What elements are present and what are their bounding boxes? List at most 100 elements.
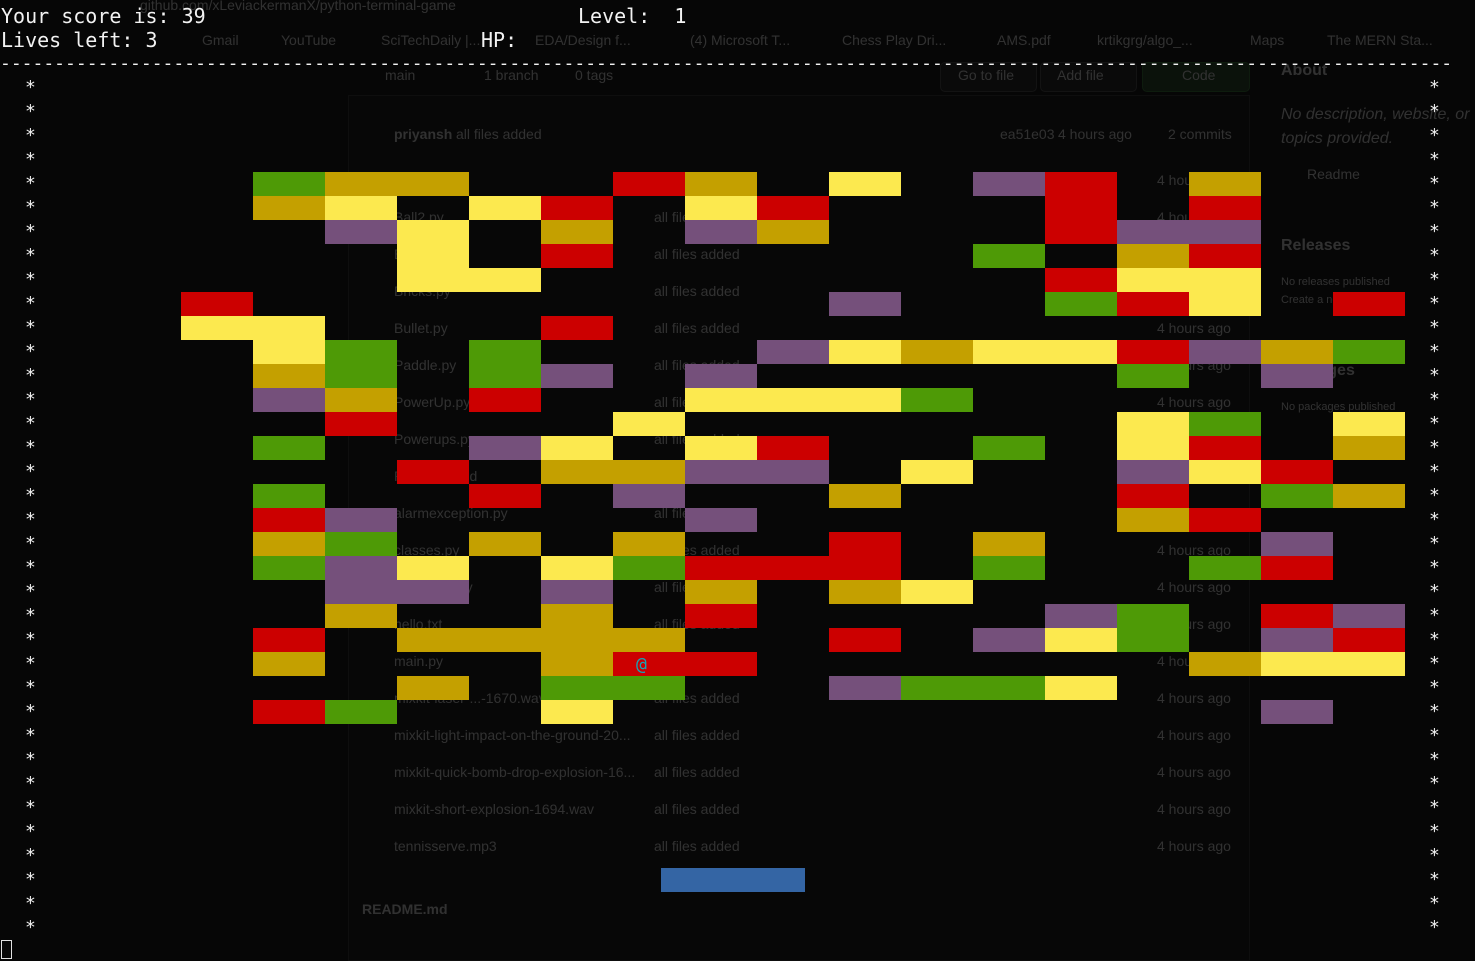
brick-yellow [541,556,613,580]
ghost-readme-header: README.md [362,901,448,917]
brick-red [1117,292,1189,316]
brick-red [1189,244,1261,268]
brick-green [325,340,397,364]
brick-green [1189,556,1261,580]
brick-gold [541,460,613,484]
brick-red [1117,340,1189,364]
brick-purple [1189,340,1261,364]
brick-gold [253,652,325,676]
wall-left-star: * [25,701,36,722]
lives-display: Lives left: 3 [1,28,158,52]
ghost-file-msg: all files added [654,283,740,299]
brick-purple [325,580,397,604]
wall-left-star: * [25,869,36,890]
brick-gold [325,604,397,628]
brick-yellow [253,340,325,364]
brick-green [469,364,541,388]
brick-green [613,676,685,700]
brick-purple [1117,220,1189,244]
brick-gold [613,460,685,484]
brick-red [1045,172,1117,196]
ghost-file-name: PowerUp.py [394,394,471,410]
ghost-commit-hash: ea51e03 [1000,126,1055,142]
brick-red [1189,436,1261,460]
brick-purple [1261,628,1333,652]
ghost-file-msg: all files added [654,838,740,854]
wall-left-star: * [25,77,36,98]
wall-right-star: * [1429,101,1440,122]
brick-purple [829,292,901,316]
brick-yellow [829,172,901,196]
wall-left-star: * [25,581,36,602]
ghost-file-name: Powerups.py [394,431,475,447]
brick-red [181,292,253,316]
wall-left-star: * [25,101,36,122]
brick-gold [469,532,541,556]
paddle[interactable] [661,868,805,892]
wall-right-star: * [1429,845,1440,866]
ghost-file-time: 4 hours ago [1157,579,1231,595]
brick-purple [1045,604,1117,628]
brick-green [325,532,397,556]
brick-yellow [397,556,469,580]
brick-purple [757,460,829,484]
brick-green [253,556,325,580]
brick-green [613,556,685,580]
brick-yellow [1117,436,1189,460]
level-display: Level: 1 [578,4,687,28]
ghost-releases-desc: No releases published [1281,276,1390,288]
brick-red [613,652,685,676]
wall-right-star: * [1429,125,1440,146]
wall-right-star: * [1429,77,1440,98]
brick-red [1261,556,1333,580]
wall-right-star: * [1429,773,1440,794]
brick-gold [325,172,397,196]
wall-left-star: * [25,629,36,650]
brick-purple [757,340,829,364]
brick-yellow [613,412,685,436]
ghost-commit-time: 4 hours ago [1058,126,1132,142]
brick-purple [1333,604,1405,628]
brick-yellow [397,220,469,244]
brick-yellow [1117,412,1189,436]
brick-purple [325,508,397,532]
brick-purple [613,484,685,508]
terminal-cursor [1,940,12,959]
brick-gold [973,532,1045,556]
brick-red [469,388,541,412]
wall-right-star: * [1429,221,1440,242]
brick-red [541,244,613,268]
brick-green [325,364,397,388]
brick-yellow [685,388,757,412]
ghost-file-name: main.py [394,653,444,669]
wall-right-star: * [1429,365,1440,386]
brick-red [829,628,901,652]
wall-right-star: * [1429,749,1440,770]
brick-yellow [541,700,613,724]
wall-left-star: * [25,341,36,362]
ghost-commits: 2 commits [1168,126,1232,142]
ghost-bookmark: krtikgrg/algo_... [1097,32,1193,48]
brick-gold [829,580,901,604]
wall-right-star: * [1429,293,1440,314]
ghost-file-time: 4 hours ago [1157,690,1231,706]
brick-purple [685,364,757,388]
ghost-bookmark: Gmail [202,32,239,48]
brick-purple [1117,460,1189,484]
wall-left-star: * [25,317,36,338]
ghost-bookmark: The MERN Sta... [1327,32,1433,48]
brick-gold [829,484,901,508]
wall-right-star: * [1429,557,1440,578]
brick-red [1333,292,1405,316]
brick-red [829,556,901,580]
ghost-bookmark: Maps [1250,32,1285,48]
brick-green [1117,604,1189,628]
ghost-file-time: 4 hours ago [1157,320,1231,336]
brick-red [685,604,757,628]
brick-purple [325,556,397,580]
ghost-file-msg: all files added [654,764,740,780]
wall-right-star: * [1429,341,1440,362]
ghost-file-msg: all files added [654,727,740,743]
wall-left-star: * [25,725,36,746]
wall-left-star: * [25,917,36,938]
